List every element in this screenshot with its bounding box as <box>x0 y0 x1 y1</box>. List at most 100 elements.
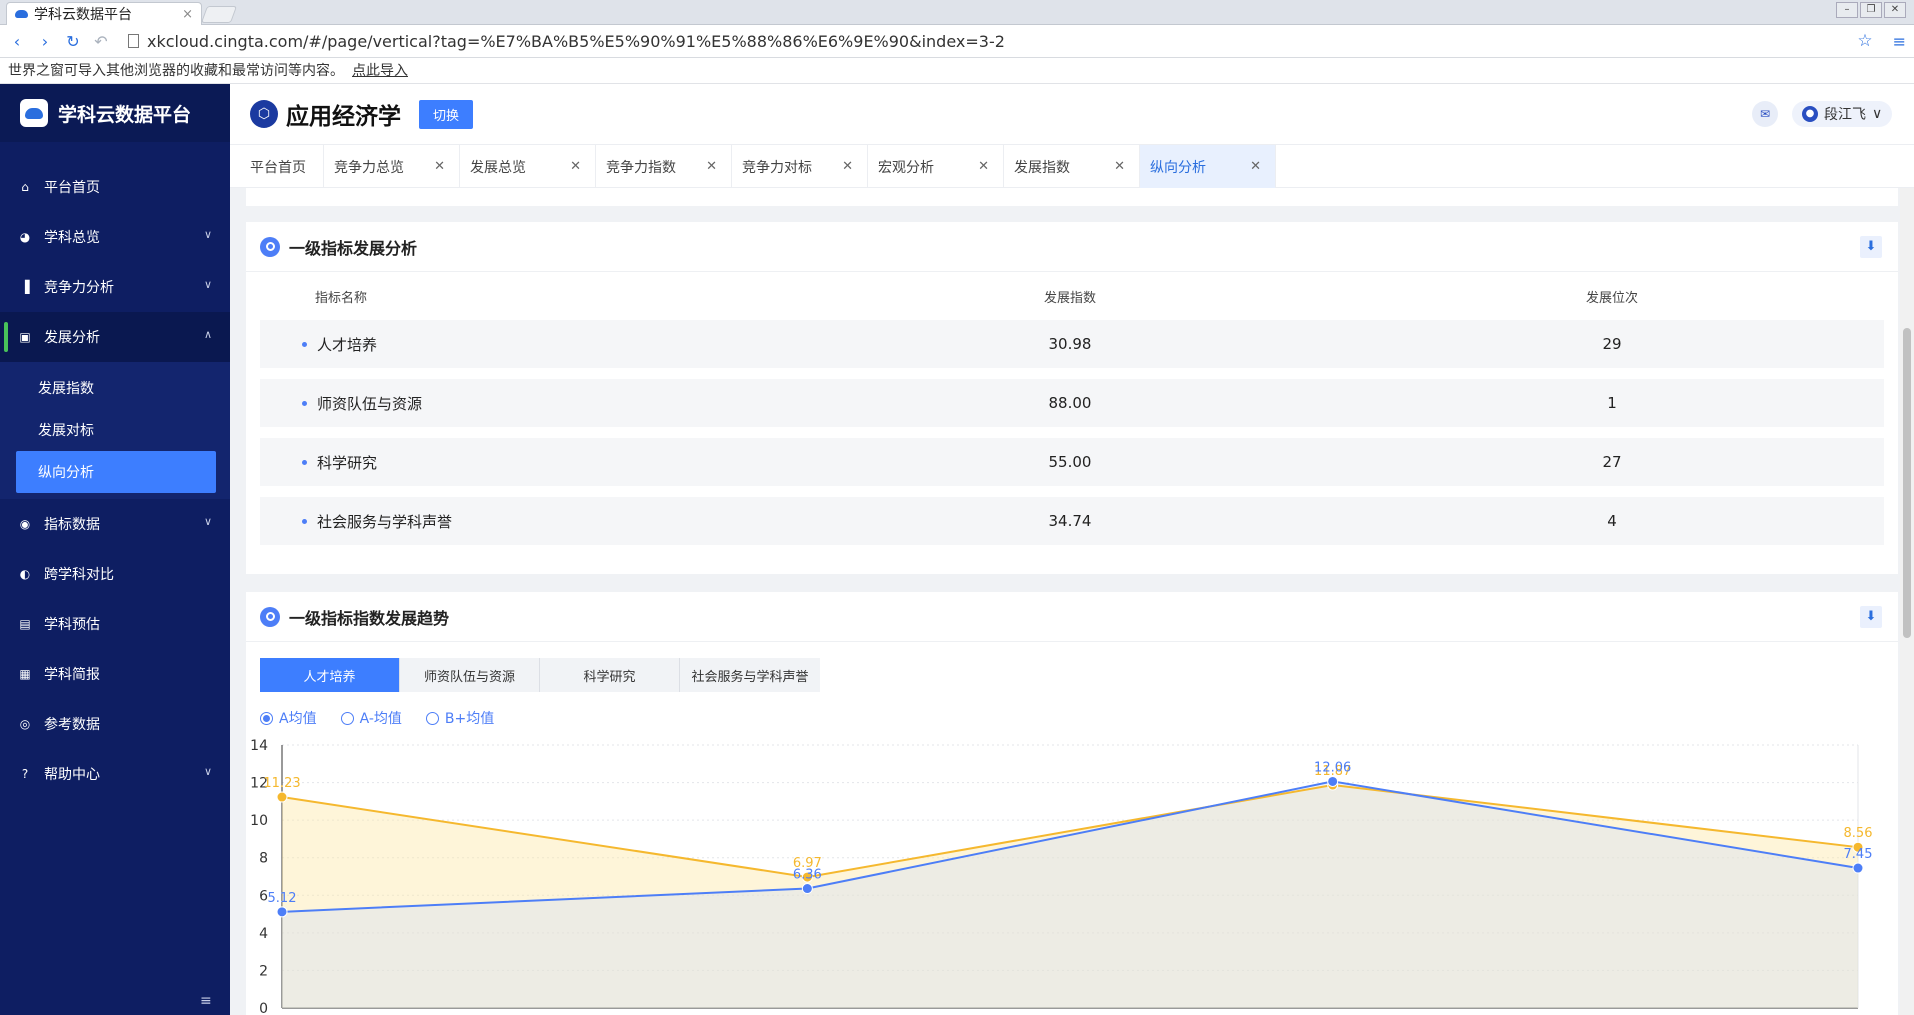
page-scrollbar[interactable] <box>1900 188 1914 1015</box>
sidebar-item-forecast[interactable]: ▤ 学科预估 <box>0 599 230 649</box>
development-rank: 1 <box>1607 394 1617 412</box>
data-label: 7.45 <box>1844 847 1873 862</box>
reference-icon: ◎ <box>19 717 31 731</box>
sidebar-item-cross-discipline[interactable]: ◐ 跨学科对比 <box>0 549 230 599</box>
page-title: 应用经济学 <box>286 104 401 130</box>
radio-b-plus-average[interactable]: B+均值 <box>425 708 495 728</box>
menu-icon[interactable]: ≡ <box>1893 32 1906 51</box>
minimize-icon[interactable]: – <box>1836 2 1858 18</box>
data-label: 11.23 <box>263 776 300 791</box>
sidebar-item-development[interactable]: ▣ 发展分析 ∧ <box>0 312 230 362</box>
table-row: 人才培养 30.98 29 <box>260 320 1884 368</box>
logo[interactable]: 学科云数据平台 <box>0 84 230 142</box>
sidebar-subitem-index[interactable]: 发展指数 <box>0 367 216 409</box>
tab-vertical-analysis[interactable]: 纵向分析 ✕ <box>1140 145 1276 188</box>
star-icon[interactable]: ☆ <box>1857 31 1872 51</box>
discipline-icon: ⬡ <box>250 100 278 128</box>
development-rank: 27 <box>1602 453 1622 471</box>
sidebar-item-overview[interactable]: ◕ 学科总览 ∨ <box>0 212 230 262</box>
y-tick-label: 8 <box>259 851 268 867</box>
close-icon[interactable]: ✕ <box>434 159 445 174</box>
radio-label: B+均值 <box>444 711 495 727</box>
forward-icon[interactable]: › <box>38 32 52 51</box>
home-icon: ⌂ <box>21 180 29 194</box>
data-label: 5.12 <box>268 891 297 906</box>
sidebar-item-home[interactable]: ⌂ 平台首页 <box>0 162 230 212</box>
import-link[interactable]: 点此导入 <box>352 63 408 79</box>
chevron-down-icon: ∨ <box>203 228 212 241</box>
close-icon[interactable]: ✕ <box>978 159 989 174</box>
radio-label: A均值 <box>279 711 317 727</box>
close-window-icon[interactable]: ✕ <box>1884 2 1906 18</box>
trend-card: 一级指标指数发展趋势 ⬇ 人才培养 师资队伍与资源 科学研究 社会服务与学科声誉… <box>246 592 1898 1015</box>
tab-talent[interactable]: 人才培养 <box>260 658 400 692</box>
user-name: 段江飞 <box>1824 107 1866 123</box>
radio-icon <box>425 711 439 725</box>
tab-label: 竞争力对标 <box>742 159 812 176</box>
mail-icon[interactable]: ✉ <box>1752 101 1778 127</box>
browser-tab-bar: 学科云数据平台 × – ❐ ✕ <box>0 0 1914 25</box>
undo-icon[interactable]: ↶ <box>94 32 108 51</box>
tab-competitiveness-benchmark[interactable]: 竞争力对标 ✕ <box>732 145 868 188</box>
radio-icon <box>340 711 354 725</box>
y-tick-label: 4 <box>259 926 268 942</box>
tab-home[interactable]: 平台首页 <box>240 145 324 188</box>
close-icon[interactable]: ✕ <box>842 159 853 174</box>
user-menu[interactable]: ● 段江飞 ∨ <box>1792 101 1893 127</box>
sidebar-item-briefing[interactable]: ▦ 学科简报 <box>0 649 230 699</box>
close-tab-icon[interactable]: × <box>182 7 193 22</box>
url-field[interactable]: xkcloud.cingta.com/#/page/vertical?tag=%… <box>128 32 1843 51</box>
sidebar-subitem-vertical[interactable]: 纵向分析 <box>16 451 216 493</box>
data-label: 12.06 <box>1314 760 1351 775</box>
column-header: 发展位次 <box>1585 290 1638 306</box>
indicator-tabs: 人才培养 师资队伍与资源 科学研究 社会服务与学科声誉 <box>260 658 820 692</box>
sidebar-item-competitiveness[interactable]: ▐ 竞争力分析 ∨ <box>0 262 230 312</box>
cloud-logo-icon <box>20 99 48 127</box>
back-icon[interactable]: ‹ <box>10 32 24 51</box>
tab-research[interactable]: 科学研究 <box>540 658 680 692</box>
chevron-up-icon: ∧ <box>203 328 212 341</box>
window-controls: – ❐ ✕ <box>1836 2 1906 18</box>
address-bar: ‹ › ↻ ↶ xkcloud.cingta.com/#/page/vertic… <box>0 25 1914 58</box>
tab-competitiveness-index[interactable]: 竞争力指数 ✕ <box>596 145 732 188</box>
new-tab-button[interactable] <box>200 6 238 23</box>
indicator-name: 师资队伍与资源 <box>260 393 800 414</box>
tab-competitiveness-overview[interactable]: 竞争力总览 ✕ <box>324 145 460 188</box>
tab-faculty[interactable]: 师资队伍与资源 <box>400 658 540 692</box>
sidebar: 学科云数据平台 ⌂ 平台首页 ◕ 学科总览 ∨ ▐ 竞争力分析 ∨ ▣ 发展分析… <box>0 84 230 1015</box>
development-rank: 29 <box>1602 335 1622 353</box>
collapse-sidebar-icon[interactable]: ≡ <box>200 993 212 1009</box>
development-index: 30.98 <box>1048 335 1092 353</box>
download-icon[interactable]: ⬇ <box>1860 236 1882 258</box>
radio-label: A-均值 <box>359 711 402 727</box>
book-icon: ▤ <box>19 617 31 631</box>
section-title: 一级指标发展分析 <box>289 238 418 258</box>
download-icon[interactable]: ⬇ <box>1860 606 1882 628</box>
refresh-icon[interactable]: ↻ <box>66 32 80 51</box>
close-icon[interactable]: ✕ <box>570 159 581 174</box>
radio-a-average[interactable]: A均值 <box>260 708 317 728</box>
sidebar-subitem-benchmark[interactable]: 发展对标 <box>0 409 216 451</box>
close-icon[interactable]: ✕ <box>706 159 717 174</box>
sidebar-item-reference[interactable]: ◎ 参考数据 <box>0 699 230 749</box>
switch-button[interactable]: 切换 <box>419 99 474 129</box>
tab-label: 竞争力指数 <box>606 159 676 176</box>
radio-a-minus-average[interactable]: A-均值 <box>340 708 402 728</box>
tab-social-service[interactable]: 社会服务与学科声誉 <box>680 658 820 692</box>
tab-label: 宏观分析 <box>878 159 934 176</box>
tab-development-overview[interactable]: 发展总览 ✕ <box>460 145 596 188</box>
sidebar-item-help[interactable]: ? 帮助中心 ∨ <box>0 749 230 799</box>
tab-macro-analysis[interactable]: 宏观分析 ✕ <box>868 145 1004 188</box>
indicator-name-text: 社会服务与学科声誉 <box>317 512 453 531</box>
browser-tab[interactable]: 学科云数据平台 × <box>6 2 202 25</box>
card-header: 一级指标发展分析 ⬇ <box>246 222 1898 272</box>
tab-label: 发展总览 <box>470 159 526 176</box>
scrollbar-thumb[interactable] <box>1903 328 1911 638</box>
sidebar-item-indicators[interactable]: ◉ 指标数据 ∨ <box>0 499 230 549</box>
tab-development-index[interactable]: 发展指数 ✕ <box>1004 145 1140 188</box>
data-point <box>801 883 813 895</box>
close-icon[interactable]: ✕ <box>1250 159 1261 174</box>
restore-icon[interactable]: ❐ <box>1860 2 1882 18</box>
sidebar-item-label: 学科预估 <box>44 617 100 633</box>
close-icon[interactable]: ✕ <box>1114 159 1125 174</box>
